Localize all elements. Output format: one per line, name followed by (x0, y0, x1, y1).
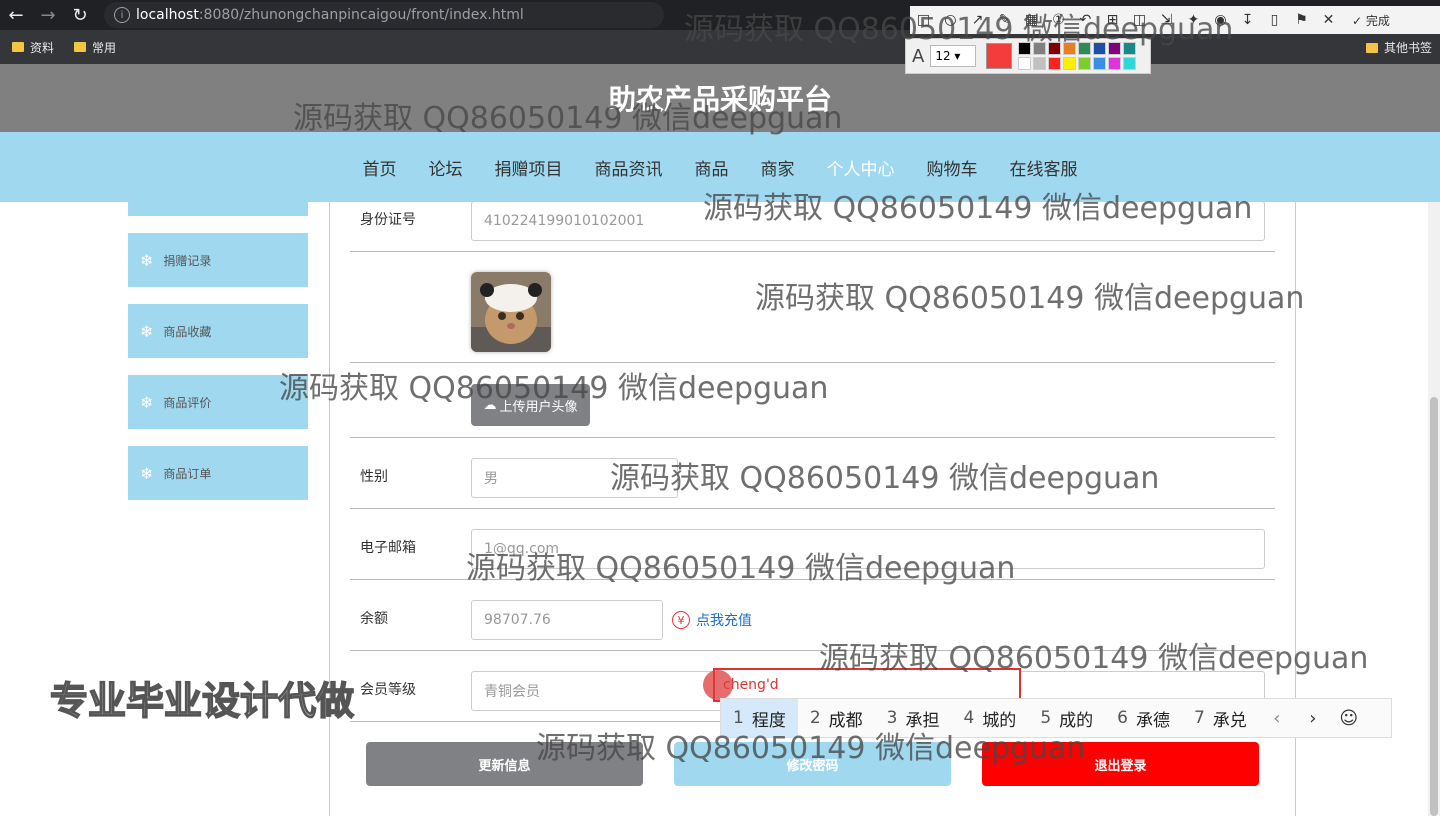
folder-icon (12, 42, 24, 52)
snowflake-icon: ❄ (140, 463, 154, 483)
done-button[interactable]: ✓ 完成 (1352, 12, 1390, 29)
balance-label: 余额 (360, 611, 388, 627)
other-bookmarks-label: 其他书签 (1383, 41, 1432, 55)
sidebar-item-label: 商品收藏 (163, 324, 212, 339)
folder-icon (1365, 42, 1378, 53)
nav-personal-center[interactable]: 个人中心 (811, 155, 911, 180)
candidate-text: 承兑 (1212, 710, 1247, 731)
scrollbar-thumb[interactable] (1430, 397, 1438, 816)
snowflake-icon: ❄ (140, 250, 154, 270)
avatar (471, 272, 551, 352)
bookmark-label: 资料 (30, 40, 55, 55)
color-swatch[interactable] (1033, 57, 1047, 70)
chevron-right-icon[interactable]: › (1295, 708, 1331, 729)
font-icon: A (912, 45, 925, 67)
info-icon[interactable]: i (114, 7, 130, 23)
nav-products[interactable]: 商品 (679, 155, 745, 180)
forward-icon[interactable]: → (32, 0, 64, 30)
nav-news[interactable]: 商品资讯 (579, 155, 679, 180)
nav-customer-service[interactable]: 在线客服 (994, 155, 1094, 180)
scrollbar[interactable] (1428, 202, 1440, 816)
nav-cart[interactable]: 购物车 (911, 155, 994, 180)
chevron-left-icon[interactable]: ‹ (1259, 708, 1295, 729)
recharge-label: 点我充值 (696, 613, 752, 629)
watermark: 源码获取 QQ86050149 微信deepguan (819, 641, 1369, 676)
email-label: 电子邮箱 (360, 540, 416, 556)
ime-candidate[interactable]: 7 承兑 (1182, 699, 1259, 737)
watermark: 源码获取 QQ86050149 微信deepguan (536, 731, 1086, 766)
folder-icon (74, 42, 87, 52)
sidebar-item-label: 商品订单 (163, 466, 212, 481)
sidebar-item-partial[interactable] (128, 202, 308, 216)
candidate-number: 6 (1117, 708, 1128, 728)
nav-forum[interactable]: 论坛 (413, 155, 479, 180)
snowflake-icon: ❄ (140, 321, 154, 341)
url-path: :8080/zhunongchanpincaigou/front/index.h… (198, 7, 524, 23)
bookmark-folder[interactable]: 常用 (74, 39, 116, 56)
font-size-select[interactable]: 12 ▾ (930, 45, 977, 67)
url-host: localhost (136, 7, 199, 23)
ime-candidate[interactable]: 6 承德 (1105, 699, 1182, 737)
nav-home[interactable]: 首页 (347, 155, 413, 180)
color-swatch[interactable] (1018, 57, 1032, 70)
other-bookmarks[interactable]: 其他书签 (1365, 39, 1432, 56)
back-icon[interactable]: ← (0, 0, 32, 30)
download-icon[interactable]: ↧ (1234, 12, 1261, 28)
watermark: 源码获取 QQ86050149 微信deepguan (610, 461, 1160, 496)
member-level-label: 会员等级 (360, 682, 416, 698)
sidebar-item-orders[interactable]: ❄ 商品订单 (128, 446, 308, 500)
done-label: 完成 (1365, 13, 1390, 28)
address-bar[interactable]: i localhost:8080/zhunongchanpincaigou/fr… (104, 2, 664, 28)
color-swatch[interactable] (1093, 57, 1107, 70)
emoji-icon[interactable]: ☺ (1331, 708, 1367, 729)
bookmark-icon[interactable]: ⚑ (1288, 12, 1315, 28)
nav-merchants[interactable]: 商家 (745, 155, 811, 180)
watermark: 源码获取 QQ86050149 微信deepguan (703, 191, 1253, 226)
color-swatch[interactable] (1123, 57, 1137, 70)
candidate-number: 7 (1193, 708, 1205, 728)
sidebar-item-label: 捐赠记录 (163, 253, 212, 268)
device-icon[interactable]: ▯ (1261, 12, 1288, 28)
sidebar-item-label: 商品评价 (163, 395, 212, 410)
bookmark-folder[interactable]: 资料 (12, 39, 54, 56)
recharge-link[interactable]: ¥ 点我充值 (672, 610, 752, 630)
id-number-label: 身份证号 (360, 212, 416, 228)
candidate-text: 承德 (1135, 710, 1170, 731)
promo-watermark: 专业毕业设计代做 (49, 678, 355, 724)
color-swatch[interactable] (1063, 57, 1077, 70)
nav-donation[interactable]: 捐赠项目 (479, 155, 579, 180)
divider (350, 251, 1275, 252)
watermark: 源码获取 QQ86050149 微信deepguan (466, 551, 1016, 586)
snowflake-icon: ❄ (140, 392, 154, 412)
color-swatch[interactable] (1108, 57, 1122, 70)
balance-field[interactable]: 98707.76 (471, 600, 663, 640)
gender-label: 性别 (360, 469, 388, 485)
font-size-value: 12 (935, 49, 951, 63)
color-swatch[interactable] (1078, 57, 1092, 70)
divider (350, 437, 1275, 438)
reload-icon[interactable]: ↻ (64, 0, 96, 30)
sidebar-item-donation-records[interactable]: ❄ 捐赠记录 (128, 233, 308, 287)
sidebar-item-favorites[interactable]: ❄ 商品收藏 (128, 304, 308, 358)
yen-icon: ¥ (672, 611, 690, 629)
cursor-highlight (703, 670, 733, 700)
watermark: 源码获取 QQ86050149 微信deepguan (279, 371, 829, 406)
watermark: 源码获取 QQ86050149 微信deepguan (293, 101, 843, 136)
close-icon[interactable]: ✕ (1315, 12, 1342, 28)
divider (350, 508, 1275, 509)
watermark: 源码获取 QQ86050149 微信deepguan (684, 12, 1234, 47)
bookmark-label: 常用 (92, 40, 117, 55)
watermark: 源码获取 QQ86050149 微信deepguan (755, 281, 1305, 316)
color-swatch[interactable] (1048, 57, 1062, 70)
